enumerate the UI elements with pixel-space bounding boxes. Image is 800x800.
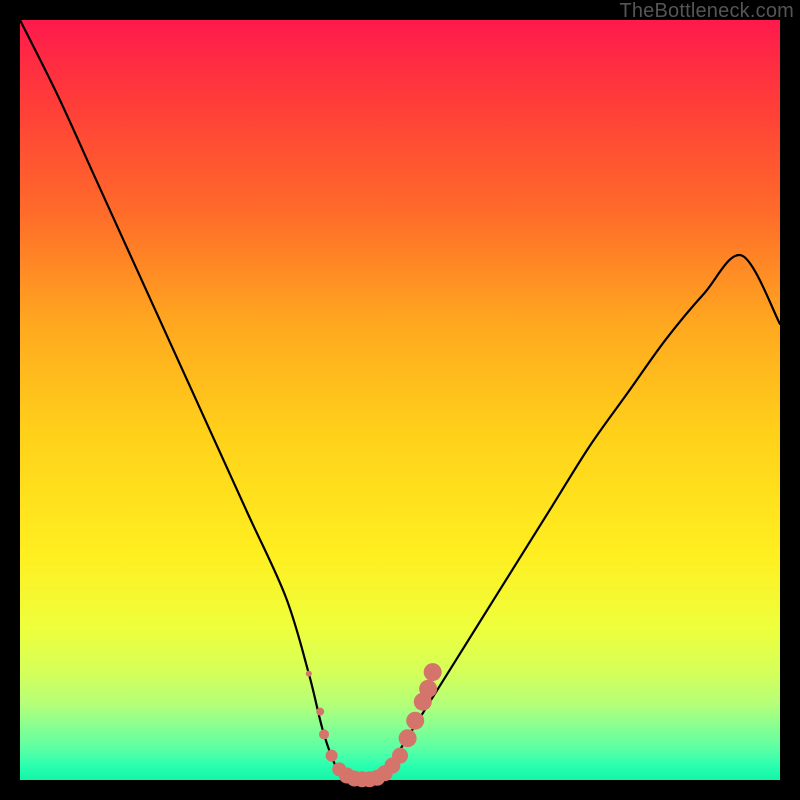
curve-marker bbox=[316, 708, 324, 716]
curve-marker bbox=[399, 729, 417, 747]
curve-marker bbox=[406, 712, 424, 730]
bottom-markers bbox=[306, 663, 442, 787]
chart-frame: TheBottleneck.com bbox=[0, 0, 800, 800]
curve-marker bbox=[326, 750, 338, 762]
curve-marker bbox=[424, 663, 442, 681]
chart-svg bbox=[20, 20, 780, 780]
curve-marker bbox=[392, 748, 408, 764]
bottleneck-curve bbox=[20, 20, 780, 781]
curve-marker bbox=[306, 671, 312, 677]
curve-marker bbox=[419, 680, 437, 698]
curve-marker bbox=[319, 729, 329, 739]
plot-area bbox=[20, 20, 780, 780]
